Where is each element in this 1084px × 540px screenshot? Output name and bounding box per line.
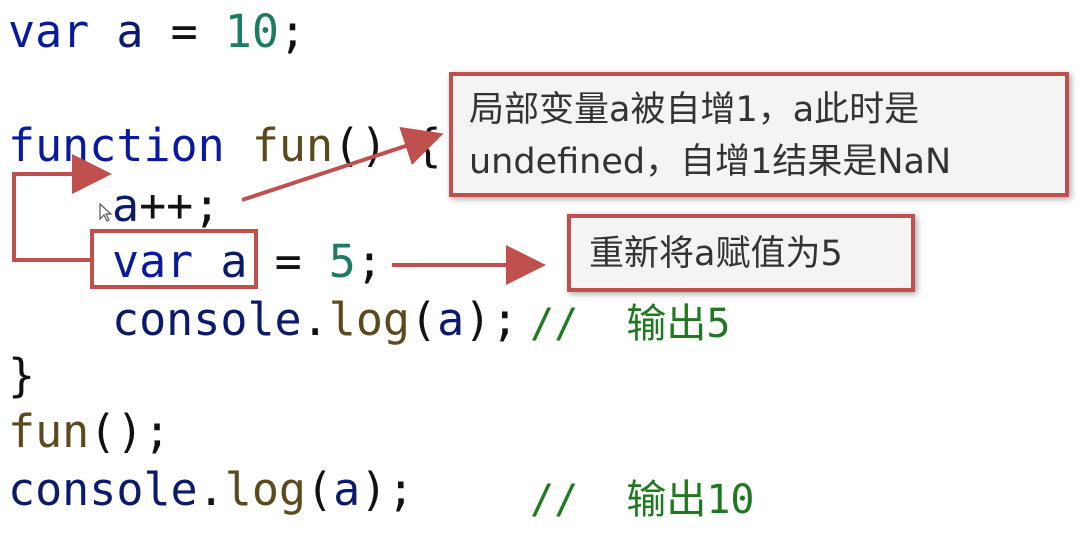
callout-1-line-2: undefined，自增1结果是NaN — [469, 142, 952, 182]
close-paren-semicolon: ); — [360, 463, 415, 516]
method-log: log — [224, 463, 307, 516]
callout-2-text: 重新将a赋值为5 — [589, 234, 843, 274]
dot: . — [197, 463, 225, 516]
keyword-function: function — [8, 119, 225, 172]
highlight-box-var-a — [90, 229, 258, 289]
identifier-a: a — [333, 463, 361, 516]
operator-assign: = — [170, 5, 198, 58]
console-object: console — [8, 463, 198, 516]
comment-output-5: // 输出5 — [530, 301, 731, 347]
callout-increment-explanation: 局部变量a被自增1，a此时是 undefined，自增1结果是NaN — [449, 72, 1069, 197]
operator-assign: = — [274, 235, 302, 288]
identifier-a: a — [437, 293, 465, 346]
number-5: 5 — [328, 235, 356, 288]
code-line-fun-call: fun(); — [8, 406, 171, 458]
parentheses: () — [333, 119, 388, 172]
code-line-console-log-inner: console.log(a); — [112, 294, 518, 346]
call-parens-semicolon: (); — [89, 405, 171, 458]
code-line-a-increment: a++; — [112, 180, 220, 232]
method-log: log — [328, 293, 411, 346]
keyword-var: var — [8, 5, 90, 58]
code-line-function-declaration: function fun() { — [8, 120, 442, 172]
open-paren: ( — [410, 293, 438, 346]
identifier-a: a — [116, 5, 144, 58]
callout-reassign-explanation: 重新将a赋值为5 — [567, 214, 915, 292]
close-brace: } — [8, 349, 36, 402]
code-line-var-a-10: var a = 10; — [8, 6, 306, 58]
code-line-close-brace: } — [8, 350, 35, 402]
console-object: console — [112, 293, 302, 346]
mouse-cursor-icon — [99, 203, 113, 222]
open-paren: ( — [306, 463, 334, 516]
number-10: 10 — [224, 5, 279, 58]
dot: . — [301, 293, 329, 346]
open-brace: { — [414, 119, 442, 172]
code-line-console-log-outer: console.log(a); — [8, 464, 414, 516]
close-paren-semicolon: ); — [464, 293, 519, 346]
operator-increment: ++; — [139, 179, 221, 232]
semicolon: ; — [278, 5, 307, 58]
function-name-fun: fun — [251, 119, 334, 172]
semicolon: ; — [355, 235, 383, 288]
identifier-a: a — [112, 179, 140, 232]
function-call-fun: fun — [8, 405, 90, 458]
callout-1-line-1: 局部变量a被自增1，a此时是 — [469, 90, 920, 130]
comment-output-10: // 输出10 — [530, 477, 755, 523]
